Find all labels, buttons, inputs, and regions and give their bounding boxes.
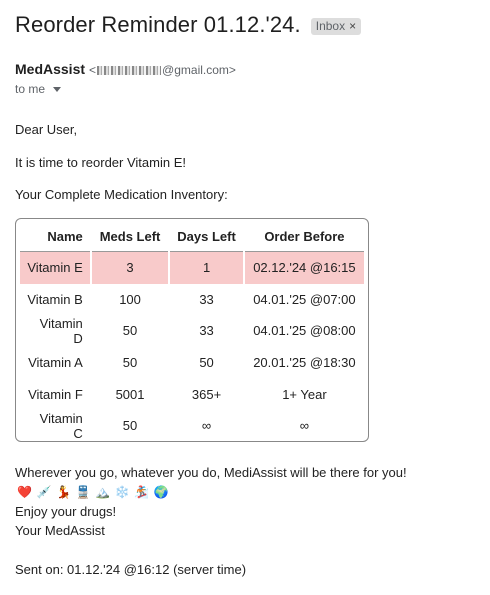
column-header-days-left: Days Left [170,222,243,252]
cell-meds-left: 5001 [115,386,145,402]
closing-text: Wherever you go, whatever you do, MediAs… [15,465,407,480]
cell-name: Vitamin C [39,410,83,441]
sender-name[interactable]: MedAssist [15,61,85,77]
column-header-meds-left: Meds Left [91,222,169,252]
cell-order-before: 04.01.'25 @07:00 [253,291,356,307]
cell-order-before: 02.12.'24 @16:15 [244,252,364,284]
column-header-order-before: Order Before [244,222,364,252]
recipient-label: to me [15,82,46,96]
inventory-heading: Your Complete Medication Inventory: [15,187,228,202]
reminder-text: It is time to reorder Vitamin E! [15,155,186,170]
snowboarder-icon: 🏂 [134,485,150,499]
column-header-name: Name [20,222,90,252]
emoji-row: ❤️ 💉 💃 🚆 🏔️ ❄️ 🏂 🌍 [15,484,171,500]
sent-on-text: Sent on: 01.12.'24 @16:12 (server time) [15,562,247,577]
cell-order-before: 20.01.'25 @18:30 [253,355,356,371]
train-icon: 🚆 [75,485,91,499]
enjoy-text: Enjoy your drugs! [15,504,117,519]
table-row: Vitamin B 100 33 04.01.'25 @07:00 [20,284,364,316]
chevron-down-icon[interactable] [53,87,62,92]
sender-email: < @gmail.com> [89,63,236,77]
cell-days-left: ∞ [201,418,212,434]
mountain-icon: 🏔️ [95,485,111,499]
dancer-icon: 💃 [56,485,72,499]
sender-email-suffix: @gmail.com> [162,63,236,77]
cell-name: Vitamin A [28,355,83,371]
table-row: Vitamin F 5001 365+ 1+ Year [20,378,364,410]
cell-name: Vitamin E [20,252,90,284]
medication-table-container: Name Meds Left Days Left Order Before Vi… [15,218,369,442]
snowflake-icon: ❄️ [114,485,130,499]
syringe-icon: 💉 [36,485,52,499]
table-row: Vitamin C 50 ∞ ∞ [20,410,364,442]
cell-days-left: 33 [199,291,214,307]
sender-email-prefix: < [89,63,97,77]
cell-meds-left: 50 [122,418,138,434]
cell-meds-left: 100 [119,291,141,307]
signature: Your MedAssist [15,523,105,538]
heart-icon: ❤️ [17,485,33,499]
remove-label-icon[interactable]: × [349,19,356,33]
cell-meds-left: 50 [122,323,138,339]
cell-order-before: ∞ [299,418,310,434]
cell-meds-left: 3 [91,252,169,284]
cell-name: Vitamin F [28,386,83,402]
cell-meds-left: 50 [122,355,138,371]
cell-days-left: 365+ [191,386,222,402]
redacted-email-icon [97,65,162,75]
globe-icon: 🌍 [153,485,169,499]
inbox-label-chip[interactable]: Inbox × [310,17,362,35]
sender-info: MedAssist < @gmail.com> [15,61,236,77]
cell-days-left: 33 [199,323,214,339]
recipient-details-toggle[interactable]: to me [15,82,62,96]
medication-inventory-table: Name Meds Left Days Left Order Before Vi… [18,222,366,442]
email-subject: Reorder Reminder 01.12.'24. [15,12,301,37]
cell-days-left: 50 [199,355,214,371]
table-header-row: Name Meds Left Days Left Order Before [20,222,364,252]
cell-name: Vitamin D [39,315,83,346]
table-row: Vitamin A 50 50 20.01.'25 @18:30 [20,347,364,379]
table-row: Vitamin E 3 1 02.12.'24 @16:15 [20,252,364,284]
cell-name: Vitamin B [27,291,83,307]
table-row: Vitamin D 50 33 04.01.'25 @08:00 [20,315,364,347]
greeting: Dear User, [15,122,78,137]
inbox-label-text: Inbox [315,18,346,33]
cell-order-before: 1+ Year [282,386,327,402]
cell-order-before: 04.01.'25 @08:00 [253,323,356,339]
email-header: Reorder Reminder 01.12.'24. Inbox × [15,12,362,38]
cell-days-left: 1 [170,252,243,284]
